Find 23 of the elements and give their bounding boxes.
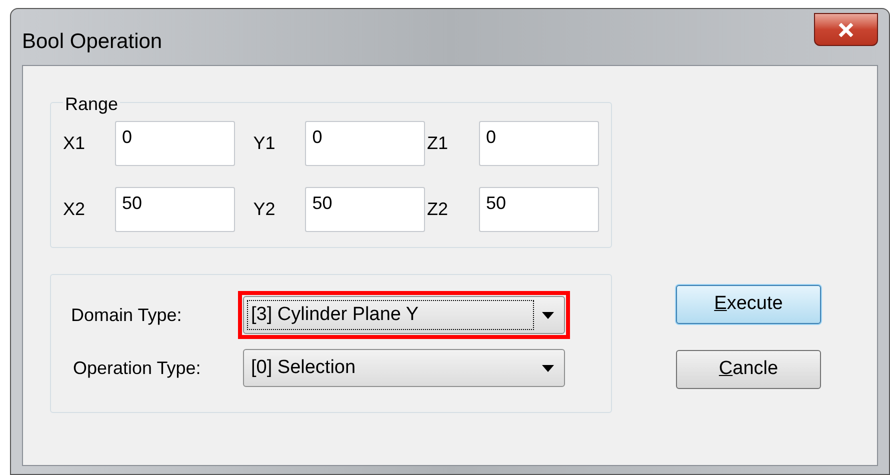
close-icon <box>838 22 854 36</box>
field-label: Z2 <box>427 198 450 221</box>
field-label: X2 <box>63 198 86 221</box>
dropdown-arrow-icon <box>542 364 554 372</box>
close-button[interactable] <box>814 13 878 46</box>
dropdown[interactable]: [0] Selection <box>243 349 565 387</box>
input-field[interactable]: 0 <box>115 121 235 166</box>
field-label: Z1 <box>427 132 450 155</box>
window-title: Bool Operation <box>22 29 162 55</box>
dialog-button[interactable]: Cancle <box>676 350 821 389</box>
field-label: Y2 <box>253 198 276 221</box>
input-field[interactable]: 50 <box>115 187 235 232</box>
field-label: Y1 <box>253 132 276 155</box>
dialog-button[interactable]: Execute <box>676 285 821 324</box>
dropdown-arrow-icon <box>542 312 554 318</box>
input-field[interactable]: 0 <box>305 121 426 166</box>
dropdown[interactable]: [3] Cylinder Plane Y <box>243 296 565 334</box>
combo-label: Operation Type: <box>72 356 202 380</box>
input-field[interactable]: 0 <box>479 121 599 166</box>
field-label: X1 <box>63 132 86 155</box>
combo-label: Domain Type: <box>71 304 183 327</box>
input-field[interactable]: 50 <box>479 187 599 232</box>
input-field[interactable]: 50 <box>305 187 426 232</box>
